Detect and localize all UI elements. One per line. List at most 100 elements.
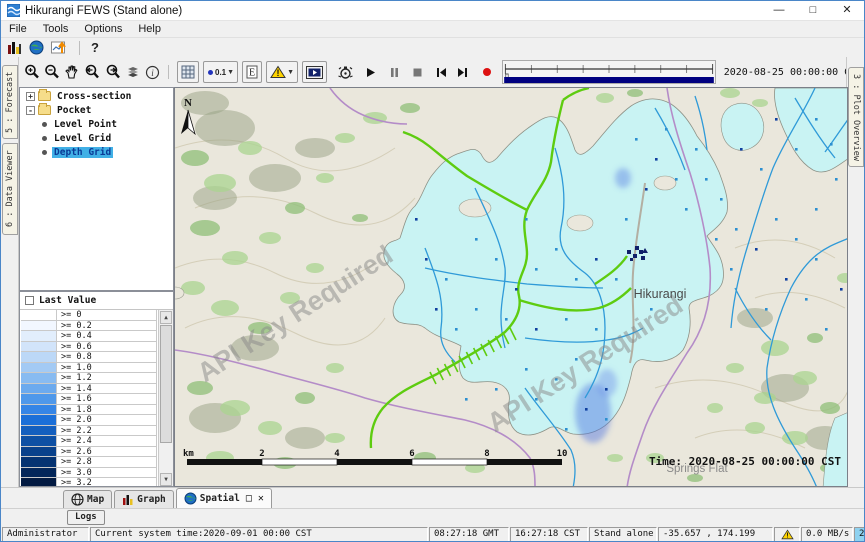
legend-swatch [21, 363, 57, 373]
information-icon[interactable]: i [145, 65, 160, 80]
legend-label: >= 1.4 [57, 384, 157, 394]
minimize-button[interactable]: — [762, 1, 796, 20]
scrollbar-thumb[interactable] [160, 325, 172, 443]
legend-panel: Last Value >= 0>= 0.2>= 0.4>= 0.6>= 0.8>… [19, 291, 174, 487]
legend-row: >= 1.4 [21, 384, 157, 395]
legend-label: >= 2.8 [57, 457, 157, 467]
value-labels-button[interactable]: 0.1▼ [203, 61, 238, 83]
panel-close-button[interactable]: ✕ [258, 493, 264, 504]
legend-label: >= 1.8 [57, 405, 157, 415]
play-button[interactable] [366, 67, 376, 78]
status-user: Administrator [2, 527, 89, 542]
tab-graph[interactable]: Graph [114, 490, 174, 508]
bottom-tab-bar: Map Graph Spatial □ ✕ [1, 487, 864, 508]
timeseries-dialog-button[interactable] [51, 40, 68, 55]
svg-text:!: ! [785, 531, 789, 540]
legend-row: >= 3.2 [21, 478, 157, 487]
tree-item-pocket[interactable]: - Pocket [20, 104, 173, 116]
last-timestep-button[interactable] [457, 67, 468, 78]
status-warning-cell[interactable]: ! [774, 527, 800, 542]
status-memory: 2.5 GB [854, 527, 865, 542]
tree-item-cross-section[interactable]: + Cross-section [20, 90, 173, 102]
classification-button[interactable]: E [242, 61, 262, 83]
animation-settings-icon[interactable] [337, 64, 354, 81]
grid-display-button[interactable] [177, 61, 199, 83]
tab-spatial[interactable]: Spatial □ ✕ [176, 488, 272, 508]
legend-label: >= 2.6 [57, 447, 157, 457]
tab-map[interactable]: Map [63, 490, 112, 508]
last-value-checkbox[interactable] [25, 296, 34, 305]
record-button[interactable] [482, 67, 492, 77]
animation-dialog-button[interactable] [302, 61, 327, 83]
svg-text:6: 6 [409, 449, 414, 459]
zoom-next-icon[interactable] [104, 64, 121, 80]
close-button[interactable]: ✕ [830, 1, 864, 20]
tree-item-level-grid[interactable]: Level Grid [20, 132, 173, 144]
legend-row: >= 2.2 [21, 426, 157, 437]
legend-label: >= 0.4 [57, 331, 157, 341]
dropdown-caret-icon: ▼ [227, 69, 234, 76]
svg-text:E: E [249, 68, 255, 79]
expand-toggle-icon[interactable]: + [26, 92, 35, 101]
collapse-toggle-icon[interactable]: - [26, 106, 35, 115]
legend-swatch [21, 373, 57, 383]
zoom-in-icon[interactable] [24, 64, 40, 80]
thresholds-button[interactable]: !▼ [266, 61, 298, 83]
legend-label: >= 2.0 [57, 415, 157, 425]
tree-item-depth-grid[interactable]: Depth Grid [20, 146, 173, 158]
scroll-up-icon[interactable]: ▲ [160, 311, 172, 324]
legend-swatch [21, 310, 57, 320]
spatial-display-button[interactable] [29, 40, 44, 55]
panel-maximize-button[interactable]: □ [246, 493, 252, 504]
zoom-previous-icon[interactable] [83, 64, 100, 80]
timeline-slider[interactable] [502, 60, 716, 84]
legend-row: >= 1.6 [21, 394, 157, 405]
layers-icon[interactable] [125, 65, 141, 79]
legend-row: >= 3.0 [21, 468, 157, 479]
menu-tools[interactable]: Tools [35, 22, 77, 36]
legend-scrollbar[interactable]: ▲ ▼ [158, 310, 173, 487]
globe-icon [184, 492, 197, 505]
pause-button[interactable] [390, 67, 399, 78]
legend-row: >= 1.2 [21, 373, 157, 384]
first-timestep-button[interactable] [436, 67, 447, 78]
menu-help[interactable]: Help [130, 22, 169, 36]
menu-file[interactable]: File [1, 22, 35, 36]
pan-icon[interactable] [64, 64, 79, 80]
legend-swatch [21, 352, 57, 362]
maximize-button[interactable]: □ [796, 1, 830, 20]
legend-label: >= 0.6 [57, 342, 157, 352]
title-bar: Hikurangi FEWS (Stand alone) — □ ✕ [1, 1, 864, 21]
legend-swatch [21, 436, 57, 446]
legend-swatch [21, 468, 57, 478]
scroll-down-icon[interactable]: ▼ [160, 473, 172, 486]
logs-row: Logs [1, 508, 864, 526]
legend-row: >= 2.0 [21, 415, 157, 426]
logs-button[interactable]: Logs [67, 510, 105, 525]
tab-plot-overview[interactable]: 3 : Plot Overview [848, 67, 864, 167]
tab-data-viewer[interactable]: 6 : Data Viewer [2, 143, 18, 235]
zoom-out-icon[interactable] [44, 64, 60, 80]
town-label: Hikurangi [634, 287, 687, 301]
map-viewport[interactable]: API Key Required API Key Required Hikura… [174, 87, 848, 487]
legend-table: >= 0>= 0.2>= 0.4>= 0.6>= 0.8>= 1.0>= 1.2… [21, 310, 157, 487]
right-tab-strip: 3 : Plot Overview [846, 57, 864, 487]
legend-swatch [21, 415, 57, 425]
stop-button[interactable] [413, 68, 422, 77]
menu-bar: File Tools Options Help [1, 21, 864, 38]
globe-wire-icon [71, 493, 84, 506]
explorer-button[interactable] [7, 41, 22, 55]
svg-text:km: km [183, 449, 194, 459]
folder-icon [38, 91, 51, 101]
legend-label: >= 1.2 [57, 373, 157, 383]
status-download-speed: 0.0 MB/s [801, 527, 853, 542]
legend-label: >= 3.0 [57, 468, 157, 478]
legend-swatch [21, 447, 57, 457]
tab-forecast[interactable]: 5 : Forecast [2, 65, 18, 139]
tree-item-level-point[interactable]: Level Point [20, 118, 173, 130]
map-toolbar: i 0.1▼ E !▼ [19, 57, 865, 87]
menu-options[interactable]: Options [76, 22, 130, 36]
legend-row: >= 1.8 [21, 405, 157, 416]
legend-swatch [21, 478, 57, 487]
help-button[interactable]: ? [91, 40, 99, 55]
